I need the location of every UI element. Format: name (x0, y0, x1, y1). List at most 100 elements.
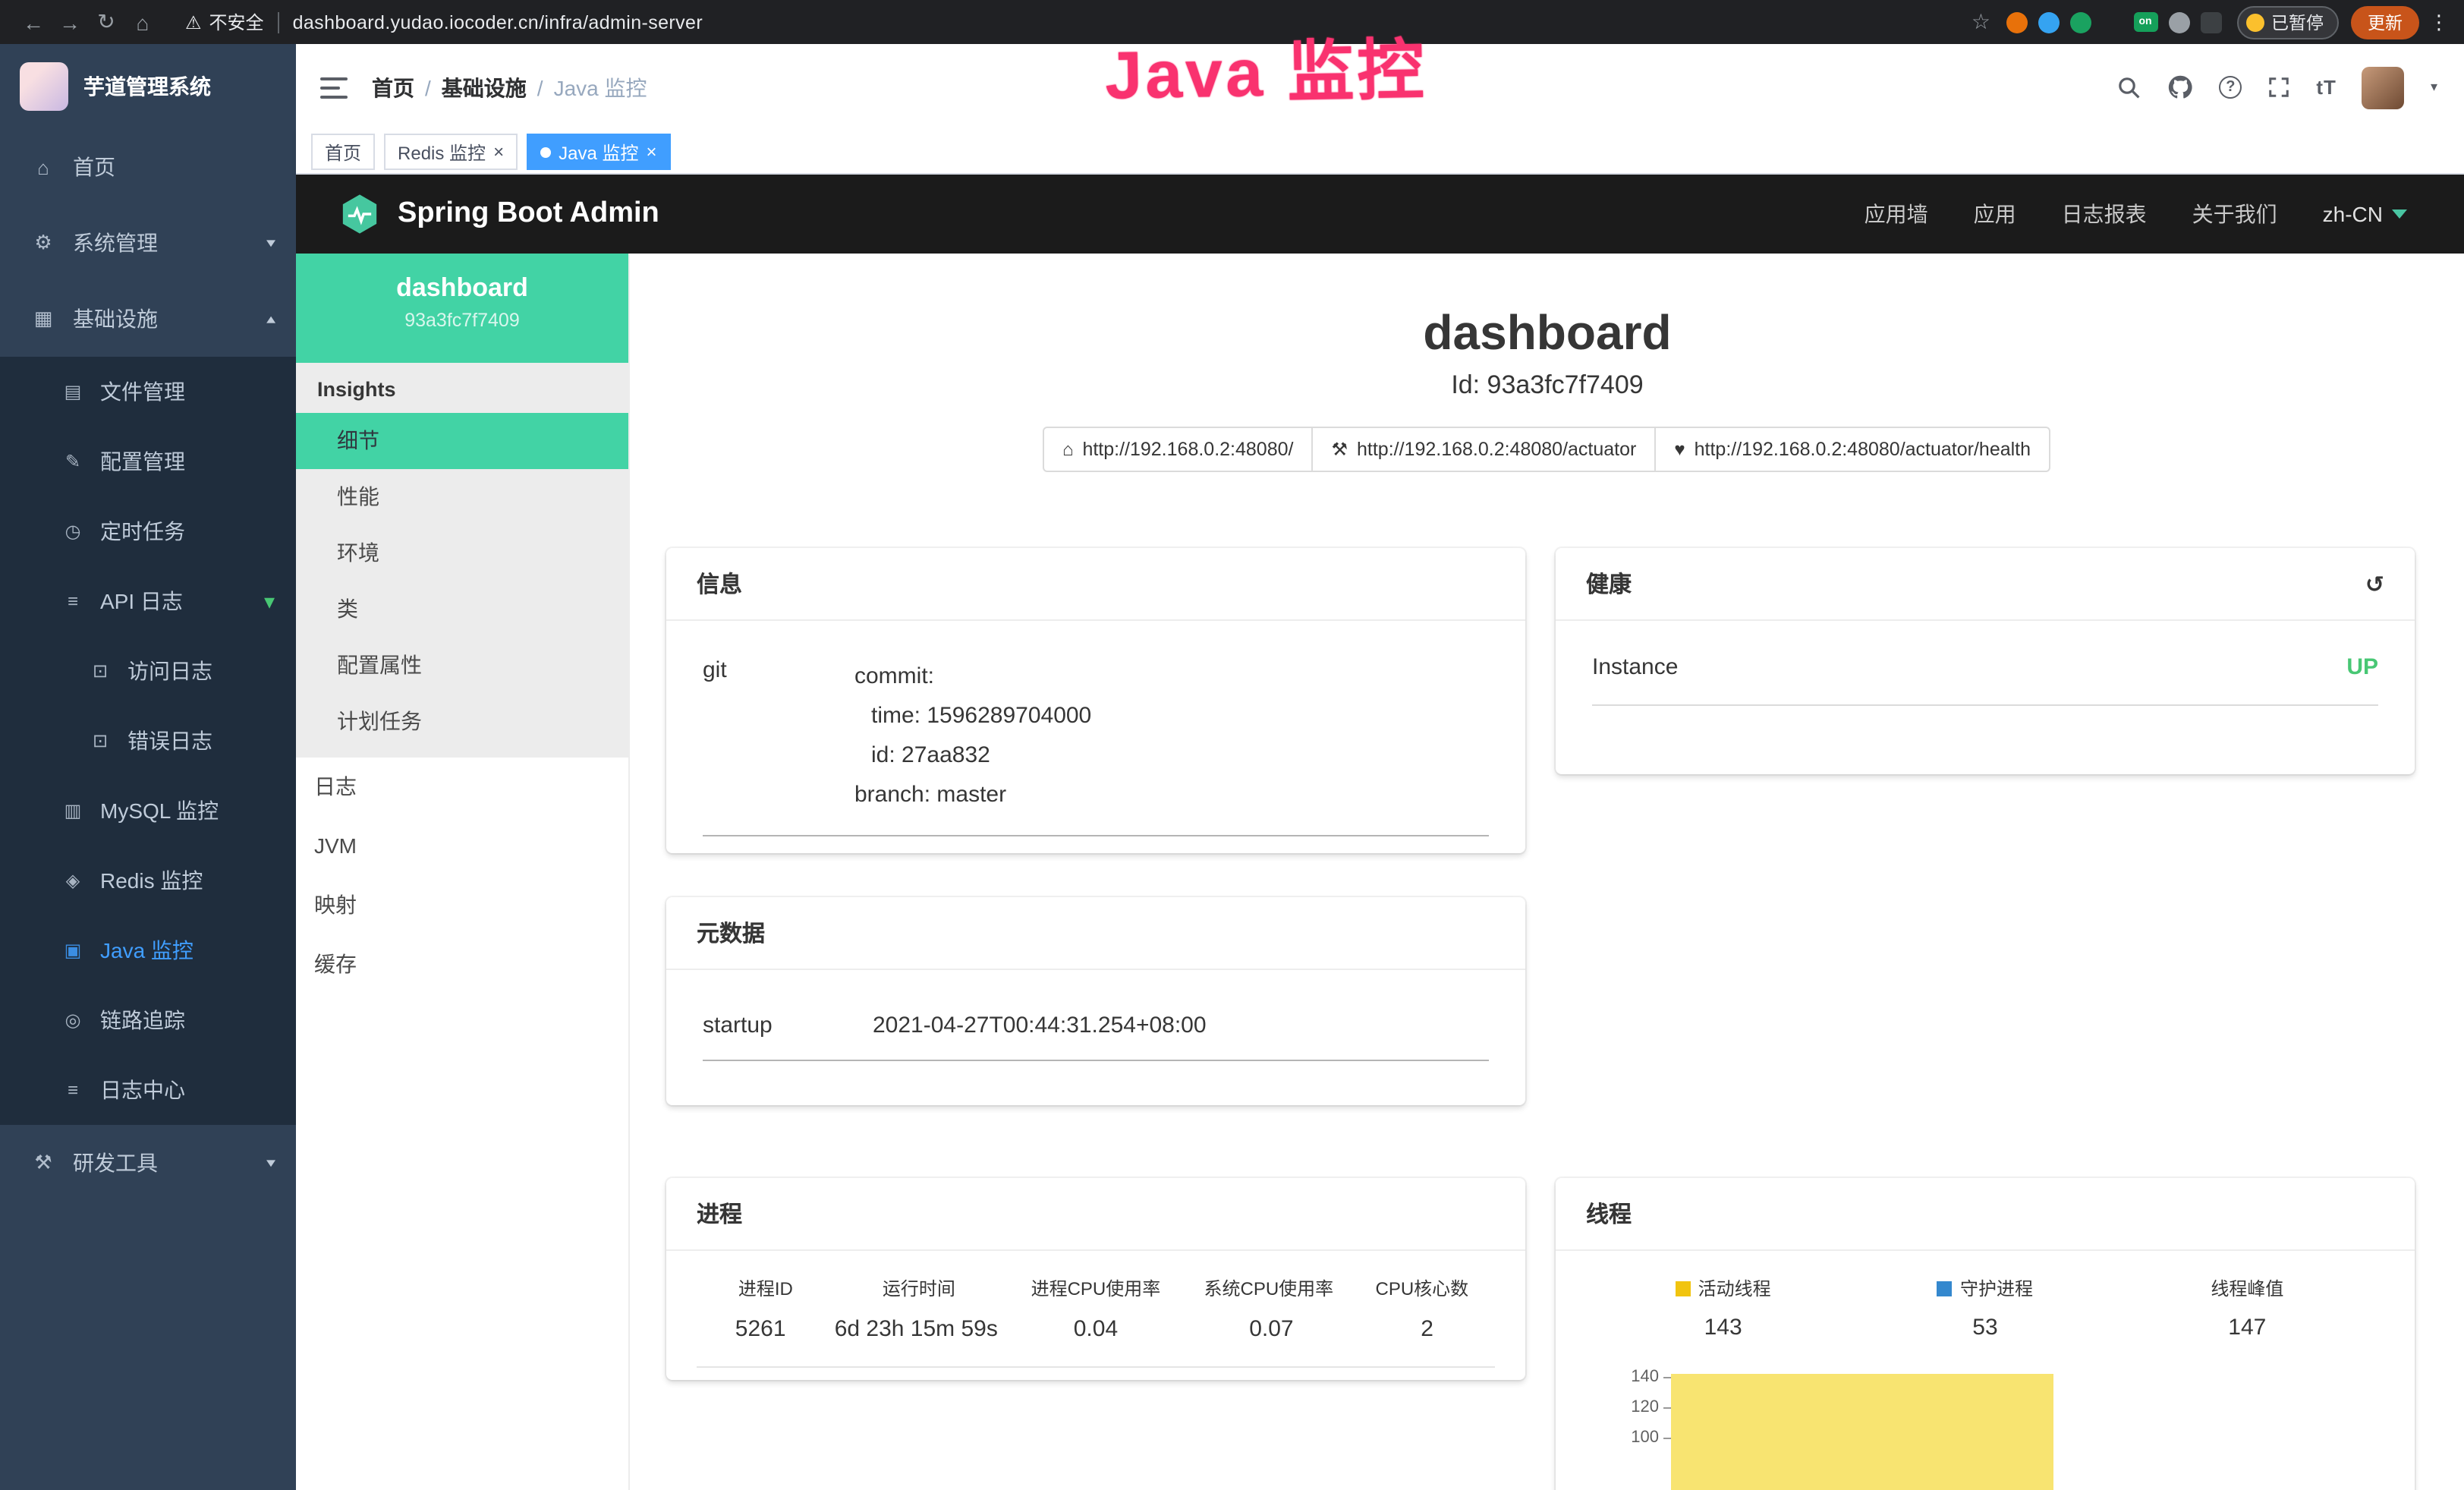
instance-name: dashboard (296, 273, 628, 304)
link-service-url[interactable]: ⌂ http://192.168.0.2:48080/ (1043, 427, 1314, 472)
locale-label: zh-CN (2323, 202, 2383, 226)
tab-close-icon[interactable]: × (646, 143, 656, 161)
y-tick-label: 100 (1631, 1429, 1659, 1447)
sidebar-item-file[interactable]: ▤ 文件管理 (0, 357, 296, 427)
sidebar-item-java[interactable]: ▣ Java 监控 (0, 915, 296, 985)
divider (278, 11, 279, 33)
sidebar-item-devtools[interactable]: ⚒ 研发工具 ▾ (0, 1125, 296, 1201)
instance-links: ⌂ http://192.168.0.2:48080/ ⚒ http://192… (630, 427, 2464, 472)
search-icon[interactable] (2117, 75, 2141, 99)
redis-icon: ◈ (61, 870, 85, 891)
sba-nav-wall[interactable]: 应用墙 (1865, 199, 1928, 229)
sidebar-item-job[interactable]: ◷ 定时任务 (0, 496, 296, 566)
sidebar-item-log-center[interactable]: ≡ 日志中心 (0, 1055, 296, 1125)
extension-icon[interactable] (2038, 11, 2059, 33)
top-header: 首页 / 基础设施 / Java 监控 ? (296, 44, 2464, 131)
extension-icon[interactable] (2200, 11, 2221, 33)
active-dot (540, 146, 551, 157)
infrastructure-icon: ▦ (30, 307, 56, 331)
sidebar-item-redis[interactable]: ◈ Redis 监控 (0, 846, 296, 915)
git-branch-line: branch: master (854, 776, 1091, 815)
paused-badge[interactable]: 已暂停 (2236, 5, 2339, 39)
sba-item-config-props[interactable]: 配置属性 (296, 638, 628, 694)
link-actuator-url[interactable]: ⚒ http://192.168.0.2:48080/actuator (1311, 427, 1656, 472)
process-card: 进程 进程ID 运行时间 进程CPU使用率 系统CPU使用率 (666, 1178, 1525, 1380)
sidebar-item-label: 文件管理 (100, 376, 275, 407)
tags-bar: 首页 Redis 监控 × Java 监控 × (296, 131, 2464, 175)
history-icon[interactable]: ↺ (2365, 570, 2384, 597)
sba-item-scheduled-tasks[interactable]: 计划任务 (296, 694, 628, 750)
github-icon[interactable] (2167, 74, 2193, 100)
extension-icon[interactable] (2168, 11, 2189, 33)
back-icon[interactable]: ← (15, 10, 52, 34)
tab-home[interactable]: 首页 (311, 134, 375, 170)
col-header: 进程ID (703, 1275, 829, 1301)
sba-item-classes[interactable]: 类 (296, 581, 628, 638)
font-size-icon[interactable]: tT (2316, 76, 2337, 99)
sidebar-item-system[interactable]: ⚙ 系统管理 ▾ (0, 205, 296, 281)
hamburger-icon[interactable] (320, 77, 348, 98)
locale-selector[interactable]: zh-CN (2323, 202, 2407, 226)
spring-boot-logo-icon (338, 193, 381, 235)
logo-row[interactable]: 芋道管理系统 (0, 44, 296, 129)
paused-label: 已暂停 (2271, 10, 2324, 34)
sba-nav-journal[interactable]: 日志报表 (2062, 199, 2147, 229)
logo-avatar (20, 62, 68, 111)
heart-icon: ♥ (1674, 439, 1685, 460)
sidebar-item-infra[interactable]: ▦ 基础设施 ▾ (0, 281, 296, 357)
card-title: 元数据 (697, 917, 765, 949)
link-health-url[interactable]: ♥ http://192.168.0.2:48080/actuator/heal… (1654, 427, 2050, 472)
sba-frame: Spring Boot Admin 应用墙 应用 日志报表 关于我们 zh-CN (296, 175, 2464, 1490)
help-icon[interactable]: ? (2219, 76, 2242, 99)
tab-label: Redis 监控 (398, 139, 486, 165)
browser-chrome: ← → ↻ ⌂ ⚠ 不安全 dashboard.yudao.iocoder.cn… (0, 0, 2464, 44)
sba-item-mappings[interactable]: 映射 (296, 876, 628, 935)
sba-item-jvm[interactable]: JVM (296, 817, 628, 876)
legend-label: 活动线程 (1698, 1275, 1771, 1301)
sba-item-environment[interactable]: 环境 (296, 525, 628, 581)
tab-close-icon[interactable]: × (493, 143, 504, 161)
sidebar-item-trace[interactable]: ◎ 链路追踪 (0, 985, 296, 1055)
sba-nav-about[interactable]: 关于我们 (2192, 199, 2277, 229)
y-tick-label: 140 (1631, 1368, 1659, 1386)
reload-icon[interactable]: ↻ (88, 9, 124, 35)
url-text[interactable]: dashboard.yudao.iocoder.cn/infra/admin-s… (293, 11, 703, 33)
sba-item-logs[interactable]: 日志 (296, 758, 628, 817)
health-row[interactable]: Instance UP (1592, 621, 2378, 706)
forward-icon[interactable]: → (52, 10, 88, 34)
sba-item-performance[interactable]: 性能 (296, 469, 628, 525)
sidebar-item-label: 链路追踪 (100, 1005, 275, 1035)
user-avatar[interactable] (2362, 66, 2405, 109)
instance-header[interactable]: dashboard 93a3fc7f7409 (296, 254, 628, 363)
sba-item-caches[interactable]: 缓存 (296, 935, 628, 994)
sidebar-item-config[interactable]: ✎ 配置管理 (0, 427, 296, 496)
sidebar-item-error-log[interactable]: ⊡ 错误日志 (0, 706, 296, 776)
breadcrumb-section[interactable]: 基础设施 (442, 72, 527, 102)
sba-nav-applications[interactable]: 应用 (1974, 199, 2016, 229)
fullscreen-icon[interactable] (2267, 76, 2290, 99)
sba-item-details[interactable]: 细节 (296, 413, 628, 469)
sidebar-item-access-log[interactable]: ⊡ 访问日志 (0, 636, 296, 706)
chevron-down-icon (2392, 209, 2407, 219)
security-indicator[interactable]: ⚠ 不安全 (185, 9, 264, 35)
tab-redis[interactable]: Redis 监控 × (384, 134, 518, 170)
sidebar-item-home[interactable]: ⌂ 首页 (0, 129, 296, 205)
sidebar-item-mysql[interactable]: ▥ MySQL 监控 (0, 776, 296, 846)
avatar-caret-icon[interactable]: ▾ (2431, 79, 2437, 96)
card-title: 进程 (697, 1198, 742, 1230)
chart-plot-area (1671, 1362, 2378, 1490)
sidebar-item-api-log[interactable]: ≡ API 日志 ▾ (0, 566, 296, 636)
eye-icon: ◎ (61, 1010, 85, 1031)
extension-icon[interactable] (2006, 11, 2027, 33)
sba-brand[interactable]: Spring Boot Admin (338, 193, 659, 235)
update-button[interactable]: 更新 (2351, 5, 2419, 39)
breadcrumb-home[interactable]: 首页 (372, 72, 414, 102)
bookmark-star-icon[interactable]: ☆ (1972, 9, 1990, 35)
tab-java[interactable]: Java 监控 × (527, 134, 670, 170)
extension-icon[interactable]: on (2133, 12, 2157, 32)
browser-home-icon[interactable]: ⌂ (124, 10, 161, 34)
threads-chart: 140 120 100 (1592, 1362, 2378, 1490)
extension-icon[interactable] (2069, 11, 2091, 33)
browser-menu-icon[interactable]: ⋮ (2428, 10, 2450, 34)
warning-icon: ⚠ (185, 11, 202, 33)
